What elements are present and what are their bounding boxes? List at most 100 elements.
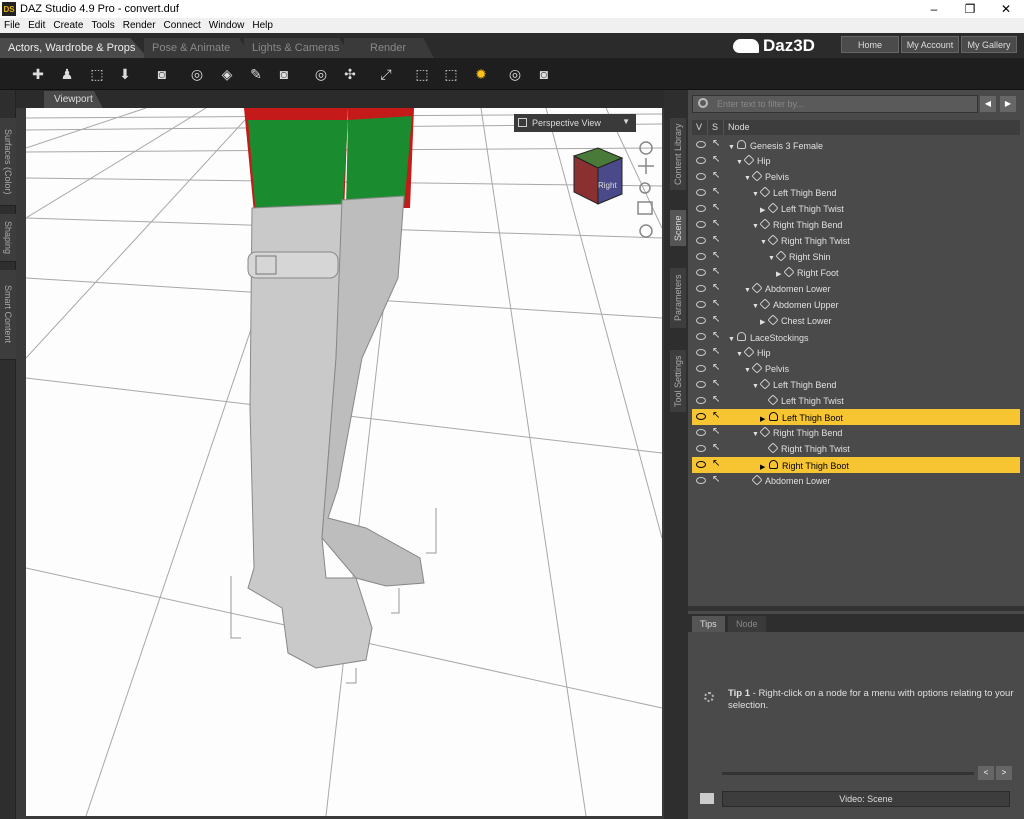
home-button[interactable]: Home	[841, 36, 899, 53]
scene-node-row[interactable]: ↖ ▶ Right Foot	[692, 265, 1020, 281]
selectable-cursor-icon[interactable]: ↖	[712, 314, 720, 325]
visibility-eye-icon[interactable]	[696, 461, 706, 468]
visibility-eye-icon[interactable]	[696, 141, 706, 148]
video-scene-button[interactable]: Video: Scene	[722, 791, 1010, 807]
selectable-cursor-icon[interactable]: ↖	[712, 474, 720, 485]
selectable-cursor-icon[interactable]: ↖	[712, 426, 720, 437]
light-bulb-icon[interactable]: ✹	[470, 64, 492, 84]
visibility-eye-icon[interactable]	[696, 189, 706, 196]
tab-render[interactable]: Render	[344, 38, 434, 58]
my-account-button[interactable]: My Account	[901, 36, 959, 53]
tab-shaping[interactable]: Shaping	[0, 214, 16, 262]
scene-node-row[interactable]: ↖ ▼ Right Thigh Bend	[692, 425, 1020, 441]
fit-to-icon[interactable]: ⬚	[86, 64, 108, 84]
selectable-cursor-icon[interactable]: ↖	[712, 202, 720, 213]
visibility-eye-icon[interactable]	[696, 285, 706, 292]
tab-lights-cameras[interactable]: Lights & Cameras	[244, 38, 352, 58]
tab-actors-wardrobe-props[interactable]: Actors, Wardrobe & Props	[0, 38, 148, 58]
expand-toggle-icon[interactable]: ▶	[760, 463, 769, 471]
visibility-eye-icon[interactable]	[696, 221, 706, 228]
selectable-cursor-icon[interactable]: ↖	[712, 250, 720, 261]
scene-filter-input[interactable]: Enter text to filter by...	[692, 95, 978, 113]
selectable-cursor-icon[interactable]: ↖	[712, 458, 720, 469]
spot-render-icon[interactable]: ◎	[504, 64, 526, 84]
scene-node-row[interactable]: ↖ ▼ Pelvis	[692, 169, 1020, 185]
visibility-eye-icon[interactable]	[696, 205, 706, 212]
scene-node-row[interactable]: ↖ ▶ Left Thigh Twist	[692, 201, 1020, 217]
visibility-eye-icon[interactable]	[696, 157, 706, 164]
visibility-eye-icon[interactable]	[696, 397, 706, 404]
forward-button[interactable]: ▶	[1000, 96, 1016, 112]
visibility-eye-icon[interactable]	[696, 381, 706, 388]
expand-toggle-icon[interactable]: ▶	[760, 415, 769, 423]
expand-toggle-icon[interactable]: ▼	[728, 144, 737, 151]
panel-splitter[interactable]	[688, 606, 1024, 611]
menu-create[interactable]: Create	[53, 20, 83, 31]
tab-pose-animate[interactable]: Pose & Animate	[144, 38, 252, 58]
selectable-cursor-icon[interactable]: ↖	[712, 394, 720, 405]
column-node[interactable]: Node	[724, 120, 1020, 135]
selectable-cursor-icon[interactable]: ↖	[712, 186, 720, 197]
scene-node-row[interactable]: ↖ ▼ Left Thigh Bend	[692, 377, 1020, 393]
scene-node[interactable]: ▶ Right Foot	[776, 266, 839, 278]
tab-smart-content[interactable]: Smart Content	[0, 270, 16, 360]
tab-tips[interactable]: Tips	[692, 616, 725, 632]
next-tip-button[interactable]: >	[996, 766, 1012, 780]
menu-connect[interactable]: Connect	[164, 20, 201, 31]
scene-node[interactable]: ▼ Pelvis	[744, 170, 789, 182]
visibility-eye-icon[interactable]	[696, 301, 706, 308]
scale-tool-icon[interactable]: ⤢	[375, 64, 397, 84]
my-gallery-button[interactable]: My Gallery	[961, 36, 1017, 53]
visibility-eye-icon[interactable]	[696, 477, 706, 484]
selectable-cursor-icon[interactable]: ↖	[712, 410, 720, 421]
scene-node-row[interactable]: ↖ Right Thigh Twist	[692, 441, 1020, 457]
scene-node[interactable]: ▼ Abdomen Lower	[744, 282, 831, 294]
joint-editor-icon[interactable]: ✣	[339, 64, 361, 84]
selectable-cursor-icon[interactable]: ↖	[712, 442, 720, 453]
scene-node-row[interactable]: ↖ Left Thigh Twist	[692, 393, 1020, 409]
selectable-cursor-icon[interactable]: ↖	[712, 234, 720, 245]
render-icon[interactable]: ◙	[533, 64, 555, 84]
selectable-cursor-icon[interactable]: ↖	[712, 378, 720, 389]
menu-help[interactable]: Help	[252, 20, 273, 31]
back-button[interactable]: ◀	[980, 96, 996, 112]
selectable-cursor-icon[interactable]: ↖	[712, 282, 720, 293]
selectable-cursor-icon[interactable]: ↖	[712, 362, 720, 373]
active-pose-tool-icon[interactable]: ◎	[310, 64, 332, 84]
geometry-editor-icon[interactable]: ⬚	[440, 64, 462, 84]
scene-node[interactable]: Right Thigh Twist	[760, 442, 850, 454]
scene-node-row[interactable]: ↖ Abdomen Lower	[692, 473, 1020, 489]
scene-node[interactable]: ▶ Chest Lower	[760, 314, 832, 326]
3d-viewport[interactable]: Right Perspective View ▼	[26, 108, 662, 816]
scene-node[interactable]: ▼ Hip	[736, 346, 771, 358]
scene-node-row[interactable]: ↖ ▶ Left Thigh Boot	[692, 409, 1020, 425]
tab-viewport[interactable]: Viewport	[44, 91, 103, 108]
scene-node-row[interactable]: ↖ ▼ Right Shin	[692, 249, 1020, 265]
scene-node-row[interactable]: ↖ ▼ Left Thigh Bend	[692, 185, 1020, 201]
transfer-utility-icon[interactable]: ⬚	[411, 64, 433, 84]
camera-tool-icon[interactable]: ◙	[273, 64, 295, 84]
visibility-eye-icon[interactable]	[696, 365, 706, 372]
camera-icon[interactable]: ◙	[151, 64, 173, 84]
menu-edit[interactable]: Edit	[28, 20, 45, 31]
perspective-view-dropdown[interactable]: Perspective View ▼	[514, 114, 636, 132]
expand-toggle-icon[interactable]: ▼	[728, 336, 737, 343]
selectable-cursor-icon[interactable]: ↖	[712, 154, 720, 165]
maximize-button[interactable]: ❐	[952, 2, 988, 16]
drop-to-floor-icon[interactable]: ⬇	[114, 64, 136, 84]
tab-scene[interactable]: Scene	[670, 210, 686, 246]
node-weight-brush-icon[interactable]: ✎	[245, 64, 267, 84]
scene-node[interactable]: ▼ Right Thigh Bend	[752, 218, 842, 230]
figure-tool-icon[interactable]: ♟	[56, 64, 78, 84]
visibility-eye-icon[interactable]	[696, 269, 706, 276]
scene-node-row[interactable]: ↖ ▼ Genesis 3 Female	[692, 137, 1020, 153]
scene-node[interactable]: ▶ Right Thigh Boot	[760, 459, 849, 471]
scene-node-row[interactable]: ↖ ▼ Abdomen Upper	[692, 297, 1020, 313]
visibility-eye-icon[interactable]	[696, 237, 706, 244]
scene-node[interactable]: ▶ Left Thigh Boot	[760, 411, 843, 423]
prev-tip-button[interactable]: <	[978, 766, 994, 780]
scene-node[interactable]: ▼ Abdomen Upper	[752, 298, 839, 310]
scene-node[interactable]: ▼ Right Thigh Bend	[752, 426, 842, 438]
new-scene-icon[interactable]: ✚	[27, 64, 49, 84]
visibility-eye-icon[interactable]	[696, 317, 706, 324]
